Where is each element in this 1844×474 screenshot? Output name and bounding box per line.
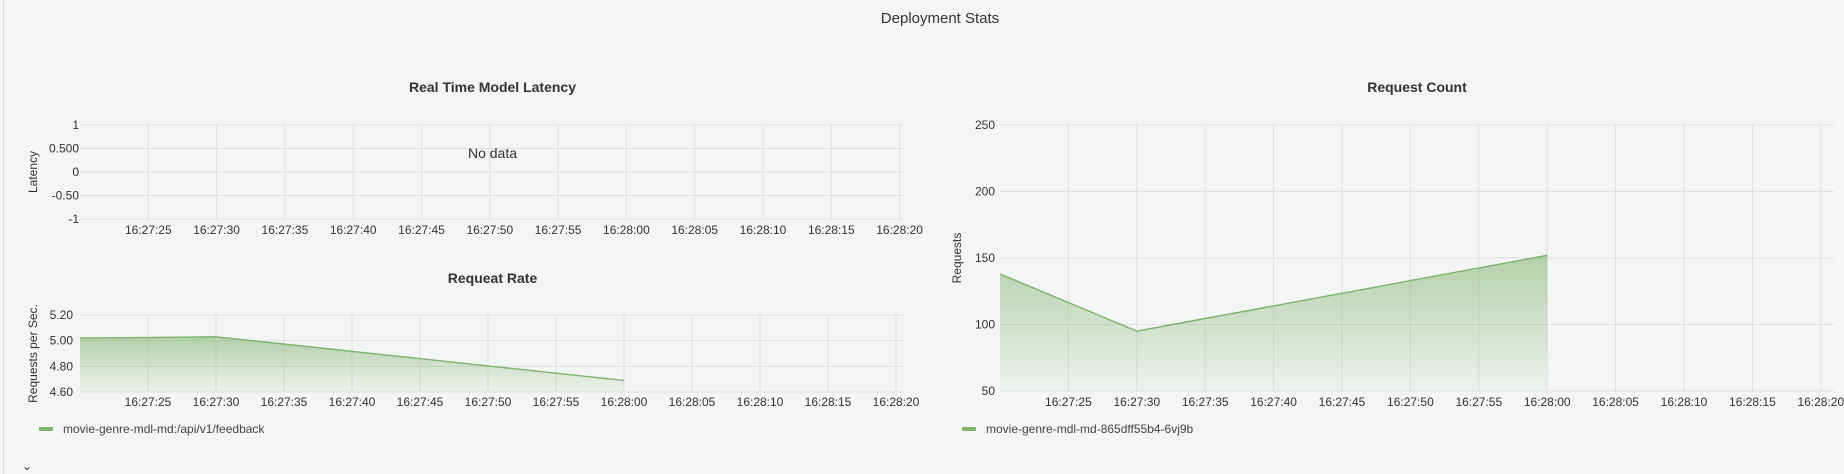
- x-tick-label: 16:28:20: [1797, 395, 1844, 409]
- y-tick-label: 250: [975, 118, 995, 132]
- x-tick-label: 16:27:40: [1250, 395, 1297, 409]
- x-tick-label: 16:28:00: [1524, 395, 1571, 409]
- y-tick-label: 50: [982, 384, 996, 398]
- legend-item-request-rate[interactable]: movie-genre-mdl-md:/api/v1/feedback: [39, 422, 264, 436]
- legend-label: movie-genre-mdl-md:/api/v1/feedback: [63, 422, 265, 436]
- y-tick-label: 150: [975, 251, 995, 265]
- x-tick-label: 16:28:10: [1661, 395, 1708, 409]
- chart-title: Request Count: [1367, 79, 1467, 95]
- x-tick-label: 16:27:55: [1455, 395, 1502, 409]
- x-tick-label: 16:27:30: [1113, 395, 1160, 409]
- legend-swatch: [962, 427, 976, 431]
- x-tick-label: 16:27:50: [1387, 395, 1434, 409]
- x-tick-label: 16:28:15: [1729, 395, 1776, 409]
- x-tick-label: 16:27:45: [1319, 395, 1366, 409]
- chevron-down-icon[interactable]: ⌄: [22, 460, 32, 472]
- y-tick-label: 100: [975, 318, 995, 332]
- x-tick-label: 16:28:05: [1592, 395, 1639, 409]
- legend-label: movie-genre-mdl-md-865dff55b4-6vj9b: [986, 422, 1194, 436]
- x-tick-label: 16:27:25: [1045, 395, 1092, 409]
- y-tick-label: 200: [975, 185, 995, 199]
- y-axis-label: Requests: [950, 233, 964, 284]
- request-count-chart: Request Count 250 200 150 100 50 16:27:25 16:27…: [950, 79, 1844, 409]
- legend-item-request-count[interactable]: movie-genre-mdl-md-865dff55b4-6vj9b: [962, 422, 1193, 436]
- x-tick-label: 16:27:35: [1182, 395, 1229, 409]
- legend-swatch: [39, 427, 53, 431]
